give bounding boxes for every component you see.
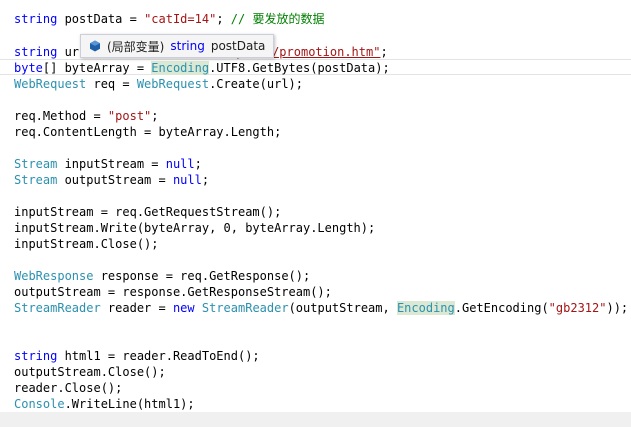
code-text: inputStream.Close(); — [14, 237, 159, 251]
code-text: (outputStream, — [288, 301, 397, 315]
code-text: outputStream = — [57, 173, 173, 187]
type-name: Encoding — [396, 301, 455, 315]
string-literal: "post" — [107, 109, 152, 123]
code-line-4[interactable]: WebRequest req = WebRequest.Create(url); — [14, 76, 303, 92]
quickinfo-tooltip: (局部变量) string postData — [80, 34, 275, 58]
code-text: ; — [216, 12, 231, 26]
code-line-14[interactable]: StreamReader reader = new StreamReader(o… — [14, 300, 628, 316]
code-text: ; — [194, 157, 202, 171]
string-literal: "gb2312" — [548, 301, 607, 315]
code-line-8[interactable]: Stream outputStream = null; — [14, 172, 209, 188]
code-text: postData = — [57, 12, 145, 26]
code-text: reader.Close(); — [14, 381, 123, 395]
type-name: Console — [14, 397, 65, 411]
code-text: ur — [57, 45, 80, 59]
code-line-10[interactable]: inputStream.Write(byteArray, 0, byteArra… — [14, 220, 375, 236]
code-text: outputStream = response.GetResponseStrea… — [14, 285, 332, 299]
code-text: ; — [201, 173, 210, 187]
code-text: ; — [380, 45, 388, 59]
comment: // 要发放的数据 — [230, 12, 325, 26]
code-text: .Create(url); — [209, 77, 303, 91]
code-text: .GetEncoding( — [454, 301, 549, 315]
local-variable-icon — [89, 40, 101, 52]
keyword: string — [14, 349, 58, 363]
keyword: null — [172, 173, 202, 187]
code-text: inputStream = — [57, 157, 166, 171]
code-text: .WriteLine(html1); — [64, 397, 195, 411]
code-text: inputStream.Write(byteArray, 0, byteArra… — [14, 221, 376, 235]
type-name: StreamReader — [14, 301, 101, 315]
keyword: string — [14, 45, 58, 59]
code-text: [] byteArray = — [42, 61, 152, 75]
code-text: reader = — [100, 301, 173, 315]
code-line-17[interactable]: reader.Close(); — [14, 380, 122, 396]
code-line-6[interactable]: req.ContentLength = byteArray.Length; — [14, 124, 281, 140]
code-line-1[interactable]: string postData = "catId=14"; // 要发放的数据 — [14, 11, 324, 27]
code-text: ; — [151, 109, 159, 123]
code-text: req.ContentLength = byteArray.Length; — [14, 125, 282, 139]
type-name: Stream — [14, 157, 58, 171]
code-line-9[interactable]: inputStream = req.GetRequestStream(); — [14, 204, 281, 220]
code-text: response = req.GetResponse(); — [93, 269, 311, 283]
type-name: WebRequest — [136, 77, 210, 91]
type-name: WebRequest — [14, 77, 87, 91]
code-line-3[interactable]: byte[] byteArray = Encoding.UTF8.GetByte… — [14, 60, 390, 76]
code-line-12[interactable]: WebResponse response = req.GetResponse()… — [14, 268, 310, 284]
code-line-13[interactable]: outputStream = response.GetResponseStrea… — [14, 284, 332, 300]
keyword: string — [14, 12, 58, 26]
code-line-15[interactable]: string html1 = reader.ReadToEnd(); — [14, 348, 260, 364]
tooltip-variable-name: postData — [210, 39, 266, 53]
code-text: )); — [606, 301, 629, 315]
keyword: byte — [14, 61, 43, 75]
string-literal: "catId=14" — [144, 12, 217, 26]
code-text: .UTF8.GetBytes(postData); — [209, 61, 390, 75]
type-name: WebResponse — [14, 269, 94, 283]
keyword: null — [165, 157, 195, 171]
type-name: Encoding — [151, 61, 210, 75]
code-editor[interactable]: string postData = "catId=14"; // 要发放的数据 … — [0, 0, 631, 427]
code-text: inputStream = req.GetRequestStream(); — [14, 205, 282, 219]
type-name: Stream — [14, 173, 58, 187]
code-text: req = — [86, 77, 137, 91]
horizontal-scrollbar[interactable] — [0, 412, 631, 427]
keyword: new — [172, 301, 195, 315]
code-line-5[interactable]: req.Method = "post"; — [14, 108, 159, 124]
type-name: StreamReader — [201, 301, 289, 315]
code-line-18[interactable]: Console.WriteLine(html1); — [14, 396, 195, 412]
code-line-7[interactable]: Stream inputStream = null; — [14, 156, 202, 172]
tooltip-scope: (局部变量) — [107, 39, 165, 54]
code-text: html1 = reader.ReadToEnd(); — [57, 349, 260, 363]
tooltip-type: string — [170, 39, 205, 53]
code-text: req.Method = — [14, 109, 108, 123]
code-text: outputStream.Close(); — [14, 365, 166, 379]
code-line-11[interactable]: inputStream.Close(); — [14, 236, 159, 252]
code-line-16[interactable]: outputStream.Close(); — [14, 364, 166, 380]
